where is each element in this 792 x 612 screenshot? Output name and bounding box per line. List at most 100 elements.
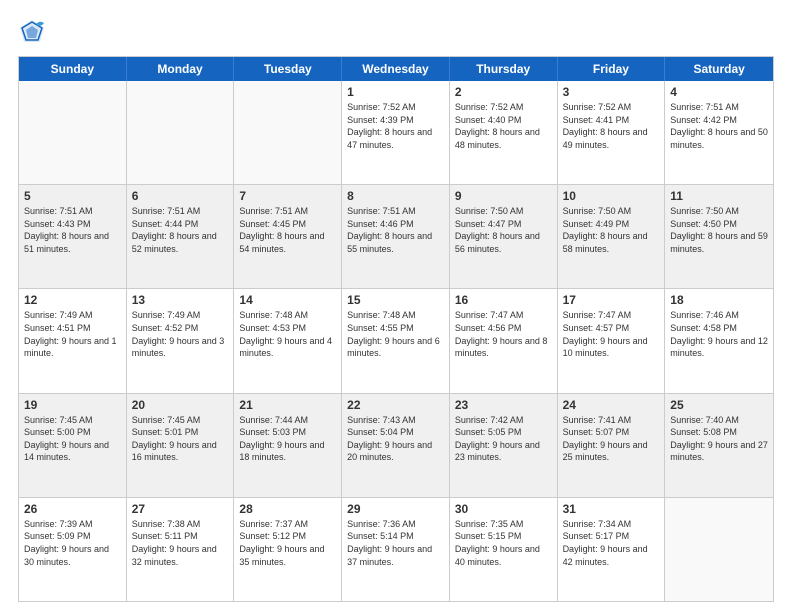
cal-cell-7: 7 Sunrise: 7:51 AM Sunset: 4:45 PM Daylig… [234, 185, 342, 288]
cal-cell-10: 10 Sunrise: 7:50 AM Sunset: 4:49 PM Dayli… [558, 185, 666, 288]
cell-data: Sunrise: 7:48 AM Sunset: 4:55 PM Dayligh… [347, 309, 444, 359]
day-number: 23 [455, 398, 552, 412]
day-number: 7 [239, 189, 336, 203]
day-number: 20 [132, 398, 229, 412]
day-number: 29 [347, 502, 444, 516]
cell-data: Sunrise: 7:51 AM Sunset: 4:43 PM Dayligh… [24, 205, 121, 255]
cell-data: Sunrise: 7:51 AM Sunset: 4:46 PM Dayligh… [347, 205, 444, 255]
cal-cell-14: 14 Sunrise: 7:48 AM Sunset: 4:53 PM Dayli… [234, 289, 342, 392]
day-number: 2 [455, 85, 552, 99]
day-number: 19 [24, 398, 121, 412]
day-number: 14 [239, 293, 336, 307]
cal-cell-17: 17 Sunrise: 7:47 AM Sunset: 4:57 PM Dayli… [558, 289, 666, 392]
header [18, 18, 774, 46]
cell-data: Sunrise: 7:50 AM Sunset: 4:47 PM Dayligh… [455, 205, 552, 255]
page: SundayMondayTuesdayWednesdayThursdayFrid… [0, 0, 792, 612]
day-number: 17 [563, 293, 660, 307]
cell-data: Sunrise: 7:46 AM Sunset: 4:58 PM Dayligh… [670, 309, 768, 359]
cal-cell-13: 13 Sunrise: 7:49 AM Sunset: 4:52 PM Dayli… [127, 289, 235, 392]
cell-data: Sunrise: 7:51 AM Sunset: 4:45 PM Dayligh… [239, 205, 336, 255]
cal-cell-12: 12 Sunrise: 7:49 AM Sunset: 4:51 PM Dayli… [19, 289, 127, 392]
cell-data: Sunrise: 7:45 AM Sunset: 5:01 PM Dayligh… [132, 414, 229, 464]
day-number: 15 [347, 293, 444, 307]
day-number: 18 [670, 293, 768, 307]
day-number: 1 [347, 85, 444, 99]
cell-data: Sunrise: 7:36 AM Sunset: 5:14 PM Dayligh… [347, 518, 444, 568]
cal-cell-25: 25 Sunrise: 7:40 AM Sunset: 5:08 PM Dayli… [665, 394, 773, 497]
day-number: 5 [24, 189, 121, 203]
cell-data: Sunrise: 7:50 AM Sunset: 4:49 PM Dayligh… [563, 205, 660, 255]
cal-cell-28: 28 Sunrise: 7:37 AM Sunset: 5:12 PM Dayli… [234, 498, 342, 601]
cal-cell-19: 19Sunrise: 7:45 AM Sunset: 5:00 PM Dayli… [19, 394, 127, 497]
cell-data: Sunrise: 7:37 AM Sunset: 5:12 PM Dayligh… [239, 518, 336, 568]
calendar: SundayMondayTuesdayWednesdayThursdayFrid… [18, 56, 774, 602]
day-number: 11 [670, 189, 768, 203]
cal-cell-6: 6 Sunrise: 7:51 AM Sunset: 4:44 PM Daylig… [127, 185, 235, 288]
cal-cell-3: 3 Sunrise: 7:52 AM Sunset: 4:41 PM Daylig… [558, 81, 666, 184]
cell-data: Sunrise: 7:42 AM Sunset: 5:05 PM Dayligh… [455, 414, 552, 464]
cal-cell-31: 31Sunrise: 7:34 AM Sunset: 5:17 PM Dayli… [558, 498, 666, 601]
day-number: 10 [563, 189, 660, 203]
cal-cell-15: 15 Sunrise: 7:48 AM Sunset: 4:55 PM Dayli… [342, 289, 450, 392]
cell-data: Sunrise: 7:47 AM Sunset: 4:57 PM Dayligh… [563, 309, 660, 359]
cal-cell-29: 29 Sunrise: 7:36 AM Sunset: 5:14 PM Dayli… [342, 498, 450, 601]
cal-week-4: 19Sunrise: 7:45 AM Sunset: 5:00 PM Dayli… [19, 394, 773, 498]
day-number: 9 [455, 189, 552, 203]
day-number: 24 [563, 398, 660, 412]
cell-data: Sunrise: 7:52 AM Sunset: 4:40 PM Dayligh… [455, 101, 552, 151]
day-number: 6 [132, 189, 229, 203]
day-number: 8 [347, 189, 444, 203]
cal-cell-24: 24 Sunrise: 7:41 AM Sunset: 5:07 PM Dayli… [558, 394, 666, 497]
cal-cell-empty [19, 81, 127, 184]
cal-cell-18: 18 Sunrise: 7:46 AM Sunset: 4:58 PM Dayli… [665, 289, 773, 392]
cell-data: Sunrise: 7:44 AM Sunset: 5:03 PM Dayligh… [239, 414, 336, 464]
day-number: 12 [24, 293, 121, 307]
cal-week-1: 1 Sunrise: 7:52 AM Sunset: 4:39 PM Daylig… [19, 81, 773, 185]
day-number: 25 [670, 398, 768, 412]
cell-data: Sunrise: 7:51 AM Sunset: 4:42 PM Dayligh… [670, 101, 768, 151]
cal-header-friday: Friday [558, 57, 666, 81]
cal-cell-20: 20 Sunrise: 7:45 AM Sunset: 5:01 PM Dayli… [127, 394, 235, 497]
cal-cell-2: 2 Sunrise: 7:52 AM Sunset: 4:40 PM Daylig… [450, 81, 558, 184]
cal-week-2: 5 Sunrise: 7:51 AM Sunset: 4:43 PM Daylig… [19, 185, 773, 289]
cell-data: Sunrise: 7:41 AM Sunset: 5:07 PM Dayligh… [563, 414, 660, 464]
cal-cell-8: 8 Sunrise: 7:51 AM Sunset: 4:46 PM Daylig… [342, 185, 450, 288]
cal-cell-16: 16 Sunrise: 7:47 AM Sunset: 4:56 PM Dayli… [450, 289, 558, 392]
logo-icon [18, 18, 46, 46]
cal-cell-26: 26Sunrise: 7:39 AM Sunset: 5:09 PM Dayli… [19, 498, 127, 601]
day-number: 16 [455, 293, 552, 307]
cal-cell-5: 5 Sunrise: 7:51 AM Sunset: 4:43 PM Daylig… [19, 185, 127, 288]
cell-data: Sunrise: 7:35 AM Sunset: 5:15 PM Dayligh… [455, 518, 552, 568]
cal-cell-empty [234, 81, 342, 184]
cell-data: Sunrise: 7:52 AM Sunset: 4:39 PM Dayligh… [347, 101, 444, 151]
day-number: 28 [239, 502, 336, 516]
cell-data: Sunrise: 7:49 AM Sunset: 4:51 PM Dayligh… [24, 309, 121, 359]
cal-header-saturday: Saturday [665, 57, 773, 81]
cal-cell-22: 22Sunrise: 7:43 AM Sunset: 5:04 PM Dayli… [342, 394, 450, 497]
day-number: 3 [563, 85, 660, 99]
cell-data: Sunrise: 7:49 AM Sunset: 4:52 PM Dayligh… [132, 309, 229, 359]
cell-data: Sunrise: 7:50 AM Sunset: 4:50 PM Dayligh… [670, 205, 768, 255]
day-number: 27 [132, 502, 229, 516]
cal-cell-21: 21Sunrise: 7:44 AM Sunset: 5:03 PM Dayli… [234, 394, 342, 497]
cell-data: Sunrise: 7:47 AM Sunset: 4:56 PM Dayligh… [455, 309, 552, 359]
cal-cell-empty [127, 81, 235, 184]
day-number: 13 [132, 293, 229, 307]
cal-cell-9: 9 Sunrise: 7:50 AM Sunset: 4:47 PM Daylig… [450, 185, 558, 288]
cell-data: Sunrise: 7:48 AM Sunset: 4:53 PM Dayligh… [239, 309, 336, 359]
calendar-body: 1 Sunrise: 7:52 AM Sunset: 4:39 PM Daylig… [19, 81, 773, 601]
cell-data: Sunrise: 7:38 AM Sunset: 5:11 PM Dayligh… [132, 518, 229, 568]
cal-cell-27: 27 Sunrise: 7:38 AM Sunset: 5:11 PM Dayli… [127, 498, 235, 601]
cal-cell-empty [665, 498, 773, 601]
day-number: 4 [670, 85, 768, 99]
calendar-header: SundayMondayTuesdayWednesdayThursdayFrid… [19, 57, 773, 81]
cal-header-sunday: Sunday [19, 57, 127, 81]
cell-data: Sunrise: 7:51 AM Sunset: 4:44 PM Dayligh… [132, 205, 229, 255]
day-number: 26 [24, 502, 121, 516]
day-number: 30 [455, 502, 552, 516]
cell-data: Sunrise: 7:40 AM Sunset: 5:08 PM Dayligh… [670, 414, 768, 464]
cell-data: Sunrise: 7:52 AM Sunset: 4:41 PM Dayligh… [563, 101, 660, 151]
cell-data: Sunrise: 7:43 AM Sunset: 5:04 PM Dayligh… [347, 414, 444, 464]
cal-cell-1: 1 Sunrise: 7:52 AM Sunset: 4:39 PM Daylig… [342, 81, 450, 184]
cal-header-tuesday: Tuesday [234, 57, 342, 81]
